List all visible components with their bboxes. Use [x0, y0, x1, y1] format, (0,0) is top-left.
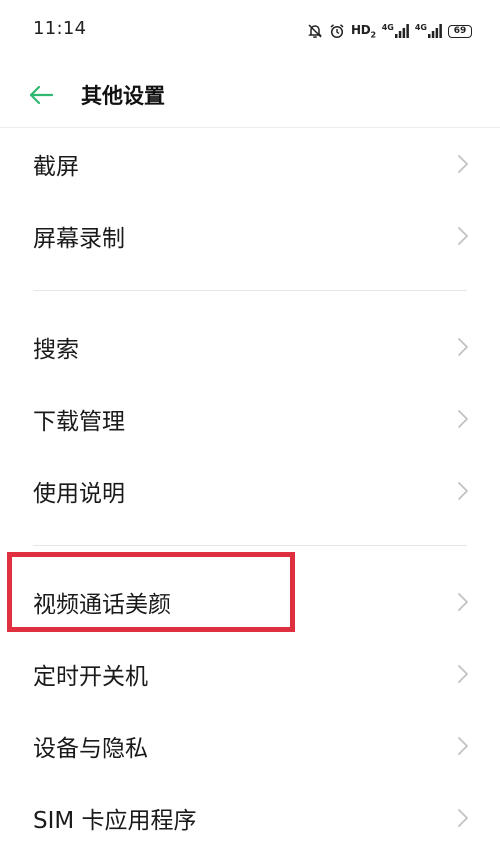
settings-item-sim-apps[interactable]: SIM 卡应用程序: [0, 782, 500, 854]
chevron-right-icon: [458, 665, 468, 683]
item-label: 下载管理: [33, 409, 125, 435]
item-label: SIM 卡应用程序: [33, 808, 197, 834]
signal-4g-icon: 4G: [382, 24, 409, 38]
settings-item-screenshot[interactable]: 截屏: [0, 128, 500, 200]
item-label: 视频通话美颜: [33, 592, 171, 618]
item-label: 搜索: [33, 337, 79, 363]
settings-item-search[interactable]: 搜索: [0, 311, 500, 383]
settings-item-download-manager[interactable]: 下载管理: [0, 383, 500, 455]
group-divider: [33, 545, 467, 546]
item-label: 设备与隐私: [33, 736, 148, 762]
chevron-right-icon: [458, 809, 468, 827]
alarm-clock-icon: [329, 23, 345, 39]
item-label: 截屏: [33, 154, 79, 180]
item-label: 定时开关机: [33, 664, 148, 690]
chevron-right-icon: [458, 410, 468, 428]
settings-item-video-call-beauty[interactable]: 视频通话美颜: [0, 566, 500, 638]
group-divider: [33, 290, 467, 291]
chevron-right-icon: [458, 227, 468, 245]
settings-item-screen-recording[interactable]: 屏幕录制: [0, 200, 500, 272]
hd-voice-icon: HD2: [351, 22, 376, 40]
chevron-right-icon: [458, 482, 468, 500]
chevron-right-icon: [458, 737, 468, 755]
status-bar: 11:14 HD2 4G 4G 69: [0, 0, 500, 62]
item-label: 使用说明: [33, 481, 125, 507]
settings-item-scheduled-power[interactable]: 定时开关机: [0, 638, 500, 710]
chevron-right-icon: [458, 338, 468, 356]
item-label: 屏幕录制: [33, 226, 125, 252]
settings-item-device-privacy[interactable]: 设备与隐私: [0, 710, 500, 782]
arrow-left-icon: [29, 85, 54, 105]
page-title: 其他设置: [81, 84, 165, 108]
status-icons: HD2 4G 4G 69: [307, 20, 472, 42]
back-button[interactable]: [26, 80, 56, 110]
settings-item-user-guide[interactable]: 使用说明: [0, 455, 500, 527]
app-header: 其他设置: [0, 62, 500, 128]
battery-icon: 69: [448, 24, 472, 38]
signal-4g-icon: 4G: [415, 24, 442, 38]
chevron-right-icon: [458, 593, 468, 611]
status-time: 11:14: [33, 18, 87, 39]
mute-bell-icon: [307, 23, 323, 39]
chevron-right-icon: [458, 155, 468, 173]
